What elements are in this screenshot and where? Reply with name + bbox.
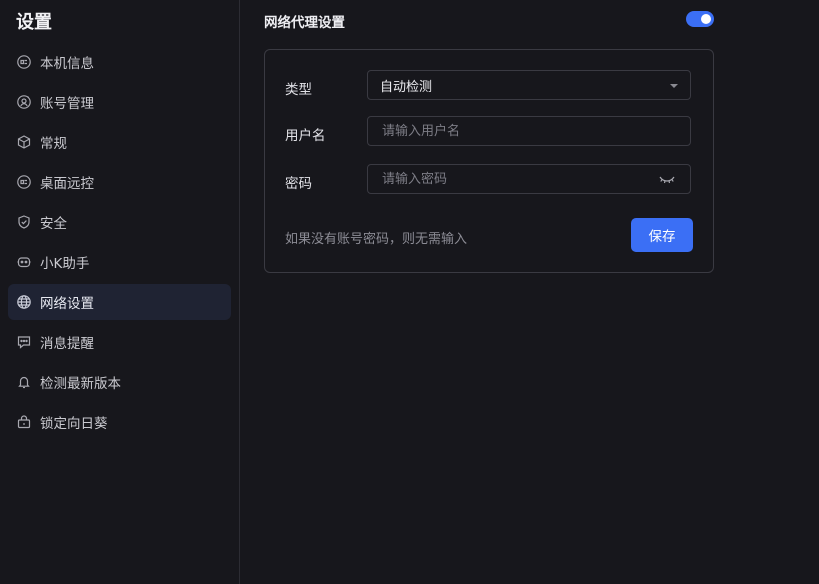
globe-icon <box>16 294 32 310</box>
device-info-icon <box>16 54 32 70</box>
type-select[interactable]: 自动检测 <box>367 70 691 100</box>
sidebar-item-network[interactable]: 网络设置 <box>8 284 231 320</box>
sidebar-item-label: 小K助手 <box>40 256 90 272</box>
chevron-down-icon <box>670 84 678 88</box>
password-field-wrapper <box>367 164 691 194</box>
sidebar-item-lock[interactable]: 锁定向日葵 <box>8 404 231 440</box>
sidebar: 设置 本机信息 账号管理 常规 桌面远控 安全 小K助手 网络设置 消息提醒 检… <box>0 0 240 584</box>
remote-desktop-icon <box>16 174 32 190</box>
toggle-knob <box>701 14 711 24</box>
robot-icon <box>16 254 32 270</box>
type-select-value: 自动检测 <box>380 79 433 95</box>
hint-text: 如果没有账号密码，则无需输入 <box>285 232 468 247</box>
sidebar-item-remote-desktop[interactable]: 桌面远控 <box>8 164 231 200</box>
sidebar-item-label: 账号管理 <box>40 96 94 112</box>
username-field-wrapper <box>367 116 691 146</box>
message-icon <box>16 334 32 350</box>
proxy-settings-card: 类型 自动检测 用户名 密码 如果没有账号密码，则无需输入 保存 <box>264 49 714 273</box>
sidebar-item-check-update[interactable]: 检测最新版本 <box>8 364 231 400</box>
cube-icon <box>16 134 32 150</box>
sidebar-item-notifications[interactable]: 消息提醒 <box>8 324 231 360</box>
bell-icon <box>16 374 32 390</box>
sidebar-item-label: 桌面远控 <box>40 176 94 192</box>
sidebar-menu: 本机信息 账号管理 常规 桌面远控 安全 小K助手 网络设置 消息提醒 检测最新… <box>8 44 231 444</box>
sidebar-item-label: 常规 <box>40 136 67 152</box>
eye-closed-icon[interactable] <box>658 174 676 186</box>
shield-icon <box>16 214 32 230</box>
sidebar-item-device-info[interactable]: 本机信息 <box>8 44 231 80</box>
password-field[interactable] <box>380 170 654 188</box>
sidebar-item-label: 检测最新版本 <box>40 376 121 392</box>
sidebar-title: 设置 <box>16 12 52 33</box>
section-title: 网络代理设置 <box>264 15 345 31</box>
sidebar-item-label: 消息提醒 <box>40 336 94 352</box>
main-content: 网络代理设置 类型 自动检测 用户名 密码 如果没有账号密码，则无需输入 保存 <box>240 0 819 584</box>
password-label: 密码 <box>285 176 312 192</box>
sidebar-item-label: 本机信息 <box>40 56 94 72</box>
lock-icon <box>16 414 32 430</box>
sidebar-item-general[interactable]: 常规 <box>8 124 231 160</box>
account-icon <box>16 94 32 110</box>
sidebar-item-account[interactable]: 账号管理 <box>8 84 231 120</box>
username-field[interactable] <box>380 122 654 140</box>
sidebar-item-label: 锁定向日葵 <box>40 416 108 432</box>
type-label: 类型 <box>285 82 312 98</box>
sidebar-item-assistant[interactable]: 小K助手 <box>8 244 231 280</box>
username-label: 用户名 <box>285 128 326 144</box>
save-button[interactable]: 保存 <box>631 218 693 252</box>
sidebar-item-label: 网络设置 <box>40 296 94 312</box>
sidebar-item-label: 安全 <box>40 216 67 232</box>
sidebar-item-security[interactable]: 安全 <box>8 204 231 240</box>
proxy-toggle[interactable] <box>686 11 714 27</box>
